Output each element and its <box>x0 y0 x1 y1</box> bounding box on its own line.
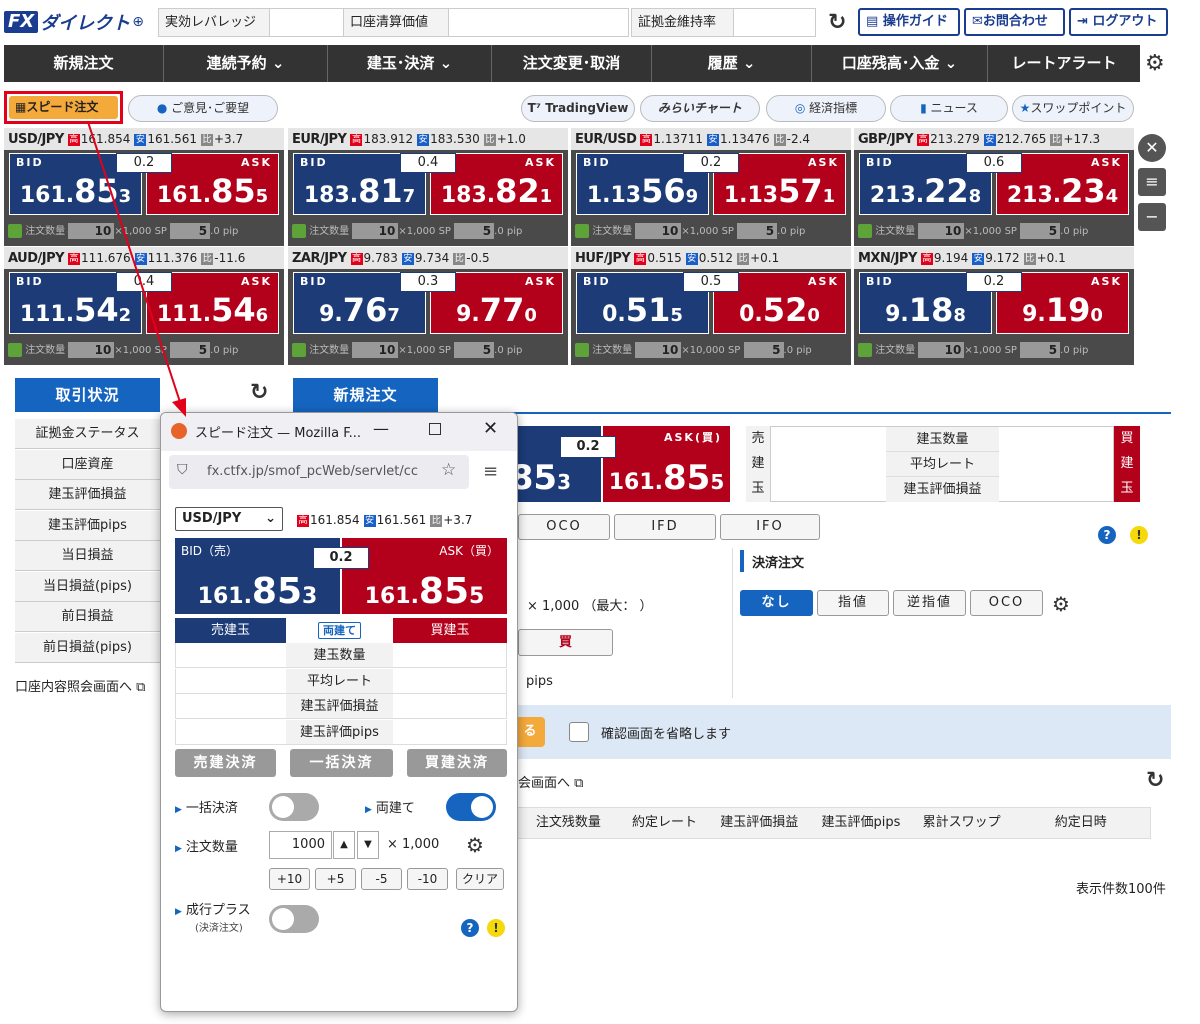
annotation-arrow <box>87 121 186 417</box>
arrow-head <box>172 398 186 417</box>
arrow-line <box>87 121 181 403</box>
